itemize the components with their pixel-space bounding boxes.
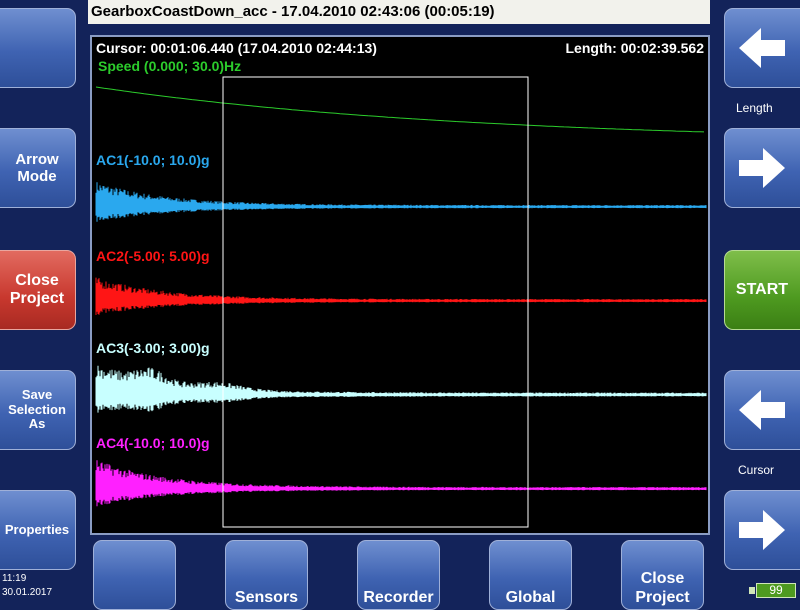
start-button[interactable]: START	[724, 250, 800, 330]
arrow-left-icon	[739, 28, 785, 68]
properties-button[interactable]: Properties	[0, 490, 76, 570]
global-label: Global	[505, 588, 556, 606]
length-left-button[interactable]	[724, 8, 800, 88]
waveform-display[interactable]: Cursor: 00:01:06.440 (17.04.2010 02:44:1…	[90, 35, 710, 535]
ac3-trace-label: AC3(-3.00; 3.00)g	[96, 340, 210, 356]
close-project-bottom-label: Close Project	[635, 570, 690, 606]
cursor-label: Cursor	[738, 463, 775, 477]
clock-date: 30.01.2017	[2, 587, 53, 598]
speed-trace-label: Speed (0.000; 30.0)Hz	[98, 58, 242, 74]
length-label: Length	[736, 101, 773, 115]
sensors-label: Sensors	[234, 588, 299, 606]
speed-trace	[95, 86, 705, 133]
battery-icon	[749, 587, 755, 594]
ac4-trace	[95, 460, 707, 507]
recorder-label: Recorder	[363, 588, 434, 606]
length-right-button[interactable]	[724, 128, 800, 208]
clock-time: 11:19	[2, 573, 27, 584]
waveform-plot	[95, 76, 707, 528]
ac1-trace-label: AC1(-10.0; 10.0)g	[96, 152, 210, 168]
length-readout: Length: 00:02:39.562	[565, 40, 705, 56]
ac3-trace	[95, 365, 707, 413]
save-selection-as-button[interactable]: Save Selection As	[0, 370, 76, 450]
ac2-trace	[95, 277, 707, 315]
ac1-trace	[95, 182, 707, 222]
cursor-right-button[interactable]	[724, 490, 800, 570]
arrow-right-icon	[739, 510, 785, 550]
arrow-right-icon	[739, 148, 785, 188]
properties-label: Properties	[4, 521, 70, 537]
arrow-mode-button[interactable]: Arrow Mode	[0, 128, 76, 208]
window-title: GearboxCoastDown_acc - 17.04.2010 02:43:…	[88, 0, 710, 24]
close-project-side-button[interactable]: Close Project	[0, 250, 76, 330]
cursor-left-button[interactable]	[724, 370, 800, 450]
cursor-readout: Cursor: 00:01:06.440 (17.04.2010 02:44:1…	[96, 40, 377, 56]
close-project-side-label: Close Project	[9, 271, 65, 307]
blank-left-button[interactable]	[0, 8, 76, 88]
arrow-mode-label: Arrow Mode	[15, 150, 59, 185]
save-selection-as-label: Save Selection As	[8, 386, 66, 432]
battery-level: 99	[756, 583, 796, 598]
start-label: START	[735, 280, 789, 298]
arrow-left-icon	[739, 390, 785, 430]
ac2-trace-label: AC2(-5.00; 5.00)g	[96, 248, 210, 264]
ac4-trace-label: AC4(-10.0; 10.0)g	[96, 435, 210, 451]
